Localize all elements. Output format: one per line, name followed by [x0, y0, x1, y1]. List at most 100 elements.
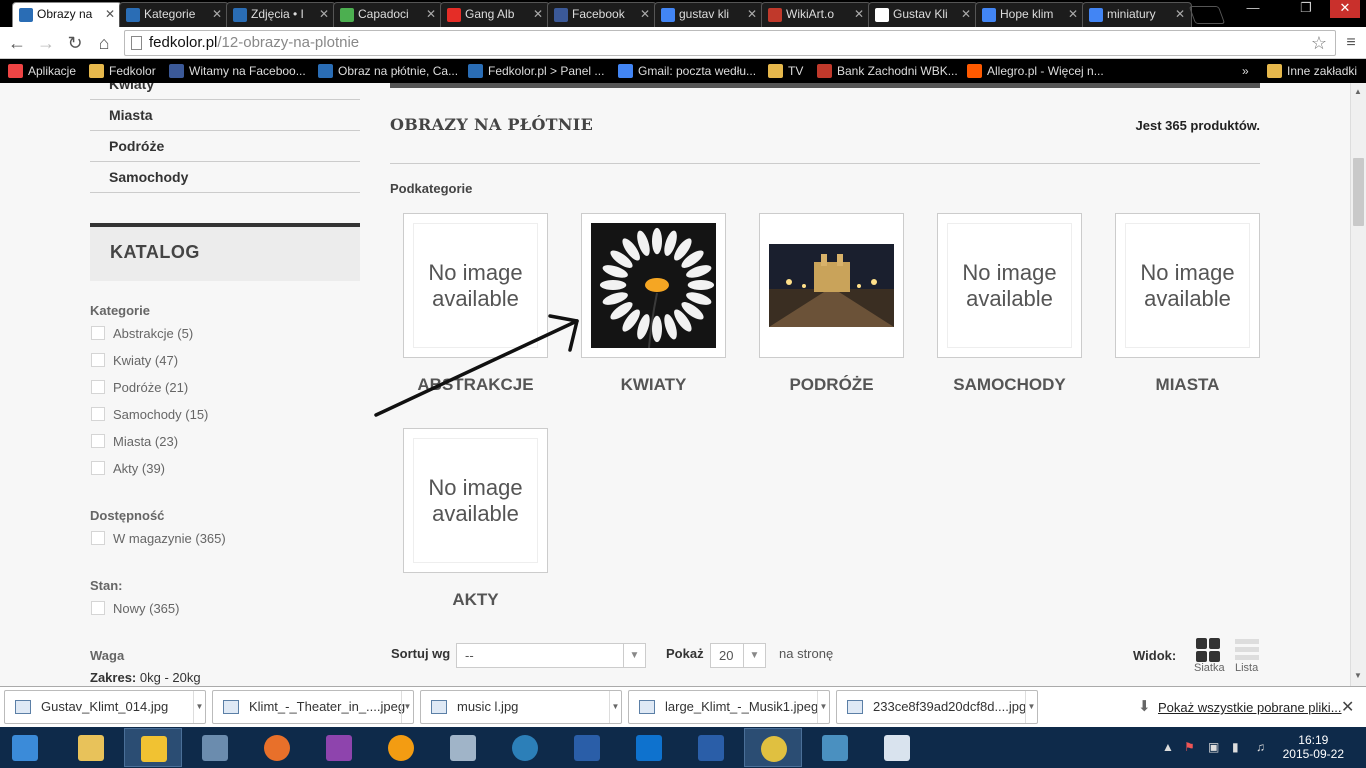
- grid-view-icon[interactable]: [1196, 638, 1220, 662]
- restore-icon[interactable]: ❐: [1293, 0, 1319, 18]
- menu-icon[interactable]: ≡: [1340, 32, 1362, 54]
- scroll-down-icon[interactable]: ▼: [1354, 671, 1362, 680]
- checkbox-icon[interactable]: [91, 326, 105, 340]
- taskbar-app[interactable]: [310, 728, 368, 767]
- chevron-down-icon[interactable]: ▼: [623, 644, 645, 667]
- tab-0[interactable]: Obrazy na ✕: [12, 2, 122, 27]
- close-icon[interactable]: ✕: [1341, 697, 1354, 717]
- tray-flag-icon[interactable]: ⚑: [1184, 740, 1195, 754]
- taskbar-app[interactable]: [372, 728, 430, 767]
- filter-checkbox[interactable]: Abstrakcje (5): [90, 326, 193, 344]
- castle-night-image[interactable]: [769, 223, 894, 348]
- taskbar-app[interactable]: [0, 728, 50, 767]
- bookmark-item[interactable]: Fedkolor.pl > Panel ...: [468, 63, 604, 79]
- tray-monitor-icon[interactable]: ▣: [1208, 740, 1219, 754]
- chevron-down-icon[interactable]: ▼: [401, 691, 413, 723]
- grid-view-label[interactable]: Siatka: [1194, 662, 1225, 674]
- volume-icon[interactable]: ♫: [1256, 740, 1265, 754]
- subcategory-label[interactable]: KWIATY: [581, 375, 726, 395]
- close-tab-icon[interactable]: ✕: [212, 3, 222, 25]
- taskbar-app[interactable]: [434, 728, 492, 767]
- tab-10[interactable]: miniatury ✕: [1082, 2, 1192, 27]
- taskbar-app[interactable]: [124, 728, 182, 767]
- sidebar-link[interactable]: Samochody: [90, 162, 360, 193]
- download-item[interactable]: 233ce8f39ad20dcf8d....jpg ▼: [836, 690, 1038, 724]
- signal-icon[interactable]: ▮: [1232, 740, 1239, 754]
- checkbox-icon[interactable]: [91, 601, 105, 615]
- bookmark-item[interactable]: Gmail: poczta wedłu...: [618, 63, 756, 79]
- tray-arrow-icon[interactable]: ▲: [1162, 740, 1174, 754]
- back-arrow-icon[interactable]: ←: [6, 32, 28, 54]
- taskbar-app[interactable]: [806, 728, 864, 767]
- download-item[interactable]: large_Klimt_-_Musik1.jpeg ▼: [628, 690, 830, 724]
- close-tab-icon[interactable]: ✕: [426, 3, 436, 25]
- per-page-select[interactable]: 20 ▼: [710, 643, 766, 668]
- chevron-down-icon[interactable]: ▼: [193, 691, 205, 723]
- close-window-icon[interactable]: ✕: [1330, 0, 1360, 18]
- checkbox-icon[interactable]: [91, 380, 105, 394]
- list-view-icon[interactable]: [1235, 638, 1259, 662]
- subcategory-label[interactable]: AKTY: [403, 590, 548, 610]
- download-item[interactable]: Gustav_Klimt_014.jpg ▼: [4, 690, 206, 724]
- tab-1[interactable]: Kategorie ✕: [119, 2, 229, 27]
- filter-checkbox[interactable]: Akty (39): [90, 461, 165, 479]
- clock[interactable]: 16:19 2015-09-22: [1283, 733, 1344, 761]
- subcategory-card[interactable]: No image available: [403, 428, 548, 573]
- filter-checkbox[interactable]: Miasta (23): [90, 434, 178, 452]
- download-item[interactable]: music l.jpg ▼: [420, 690, 622, 724]
- close-tab-icon[interactable]: ✕: [105, 3, 115, 25]
- bookmark-item[interactable]: Obraz na płótnie, Ca...: [318, 63, 458, 79]
- tab-6[interactable]: gustav kli ✕: [654, 2, 764, 27]
- tab-5[interactable]: Facebook ✕: [547, 2, 657, 27]
- reload-icon[interactable]: ↻: [64, 32, 86, 54]
- new-tab-button[interactable]: [1188, 6, 1226, 24]
- close-tab-icon[interactable]: ✕: [961, 3, 971, 25]
- taskbar-app[interactable]: [496, 728, 554, 767]
- close-tab-icon[interactable]: ✕: [854, 3, 864, 25]
- filter-checkbox[interactable]: Podróże (21): [90, 380, 188, 398]
- scroll-up-icon[interactable]: ▲: [1354, 87, 1362, 96]
- daisy-image[interactable]: [591, 223, 716, 348]
- filter-checkbox[interactable]: Samochody (15): [90, 407, 208, 425]
- taskbar-app[interactable]: [744, 728, 802, 767]
- subcategory-card[interactable]: No image available: [1115, 213, 1260, 358]
- subcategory-label[interactable]: MIASTA: [1115, 375, 1260, 395]
- bookmark-item[interactable]: Witamy na Faceboo...: [169, 63, 306, 79]
- sidebar-link[interactable]: Miasta: [90, 100, 360, 131]
- bookmark-item[interactable]: TV: [768, 63, 803, 79]
- taskbar-app[interactable]: [868, 728, 926, 767]
- close-tab-icon[interactable]: ✕: [319, 3, 329, 25]
- taskbar-app[interactable]: [558, 728, 616, 767]
- taskbar-app[interactable]: [186, 728, 244, 767]
- no-image-placeholder[interactable]: No image available: [947, 223, 1072, 348]
- no-image-placeholder[interactable]: No image available: [1125, 223, 1250, 348]
- show-all-downloads-link[interactable]: Pokaż wszystkie pobrane pliki...: [1158, 700, 1342, 715]
- chevron-down-icon[interactable]: ▼: [743, 644, 765, 667]
- chevron-down-icon[interactable]: ▼: [1025, 691, 1037, 723]
- checkbox-icon[interactable]: [91, 407, 105, 421]
- taskbar-app[interactable]: [620, 728, 678, 767]
- chevron-down-icon[interactable]: ▼: [817, 691, 829, 723]
- tab-4[interactable]: Gang Alb ✕: [440, 2, 550, 27]
- filter-checkbox[interactable]: W magazynie (365): [90, 531, 226, 549]
- tab-7[interactable]: WikiArt.o ✕: [761, 2, 871, 27]
- bookmark-item[interactable]: Allegro.pl - Więcej n...: [967, 63, 1104, 79]
- bookmarks-overflow-button[interactable]: »: [1242, 63, 1249, 79]
- address-bar[interactable]: fedkolor.pl/12-obrazy-na-plotnie ☆: [124, 30, 1336, 56]
- subcategory-label[interactable]: PODRÓŻE: [759, 375, 904, 395]
- other-bookmarks[interactable]: Inne zakładki: [1267, 63, 1357, 79]
- filter-checkbox[interactable]: Kwiaty (47): [90, 353, 178, 371]
- filter-checkbox[interactable]: Nowy (365): [90, 601, 179, 619]
- no-image-placeholder[interactable]: No image available: [413, 438, 538, 563]
- checkbox-icon[interactable]: [91, 531, 105, 545]
- tab-2[interactable]: Zdjęcia • I ✕: [226, 2, 336, 27]
- chevron-down-icon[interactable]: ▼: [609, 691, 621, 723]
- checkbox-icon[interactable]: [91, 353, 105, 367]
- taskbar-app[interactable]: [62, 728, 120, 767]
- subcategory-card[interactable]: [581, 213, 726, 358]
- tab-9[interactable]: Hope klim ✕: [975, 2, 1085, 27]
- bookmark-item[interactable]: Fedkolor: [89, 63, 156, 79]
- checkbox-icon[interactable]: [91, 461, 105, 475]
- scroll-thumb[interactable]: [1353, 158, 1364, 226]
- tab-3[interactable]: Capadoci ✕: [333, 2, 443, 27]
